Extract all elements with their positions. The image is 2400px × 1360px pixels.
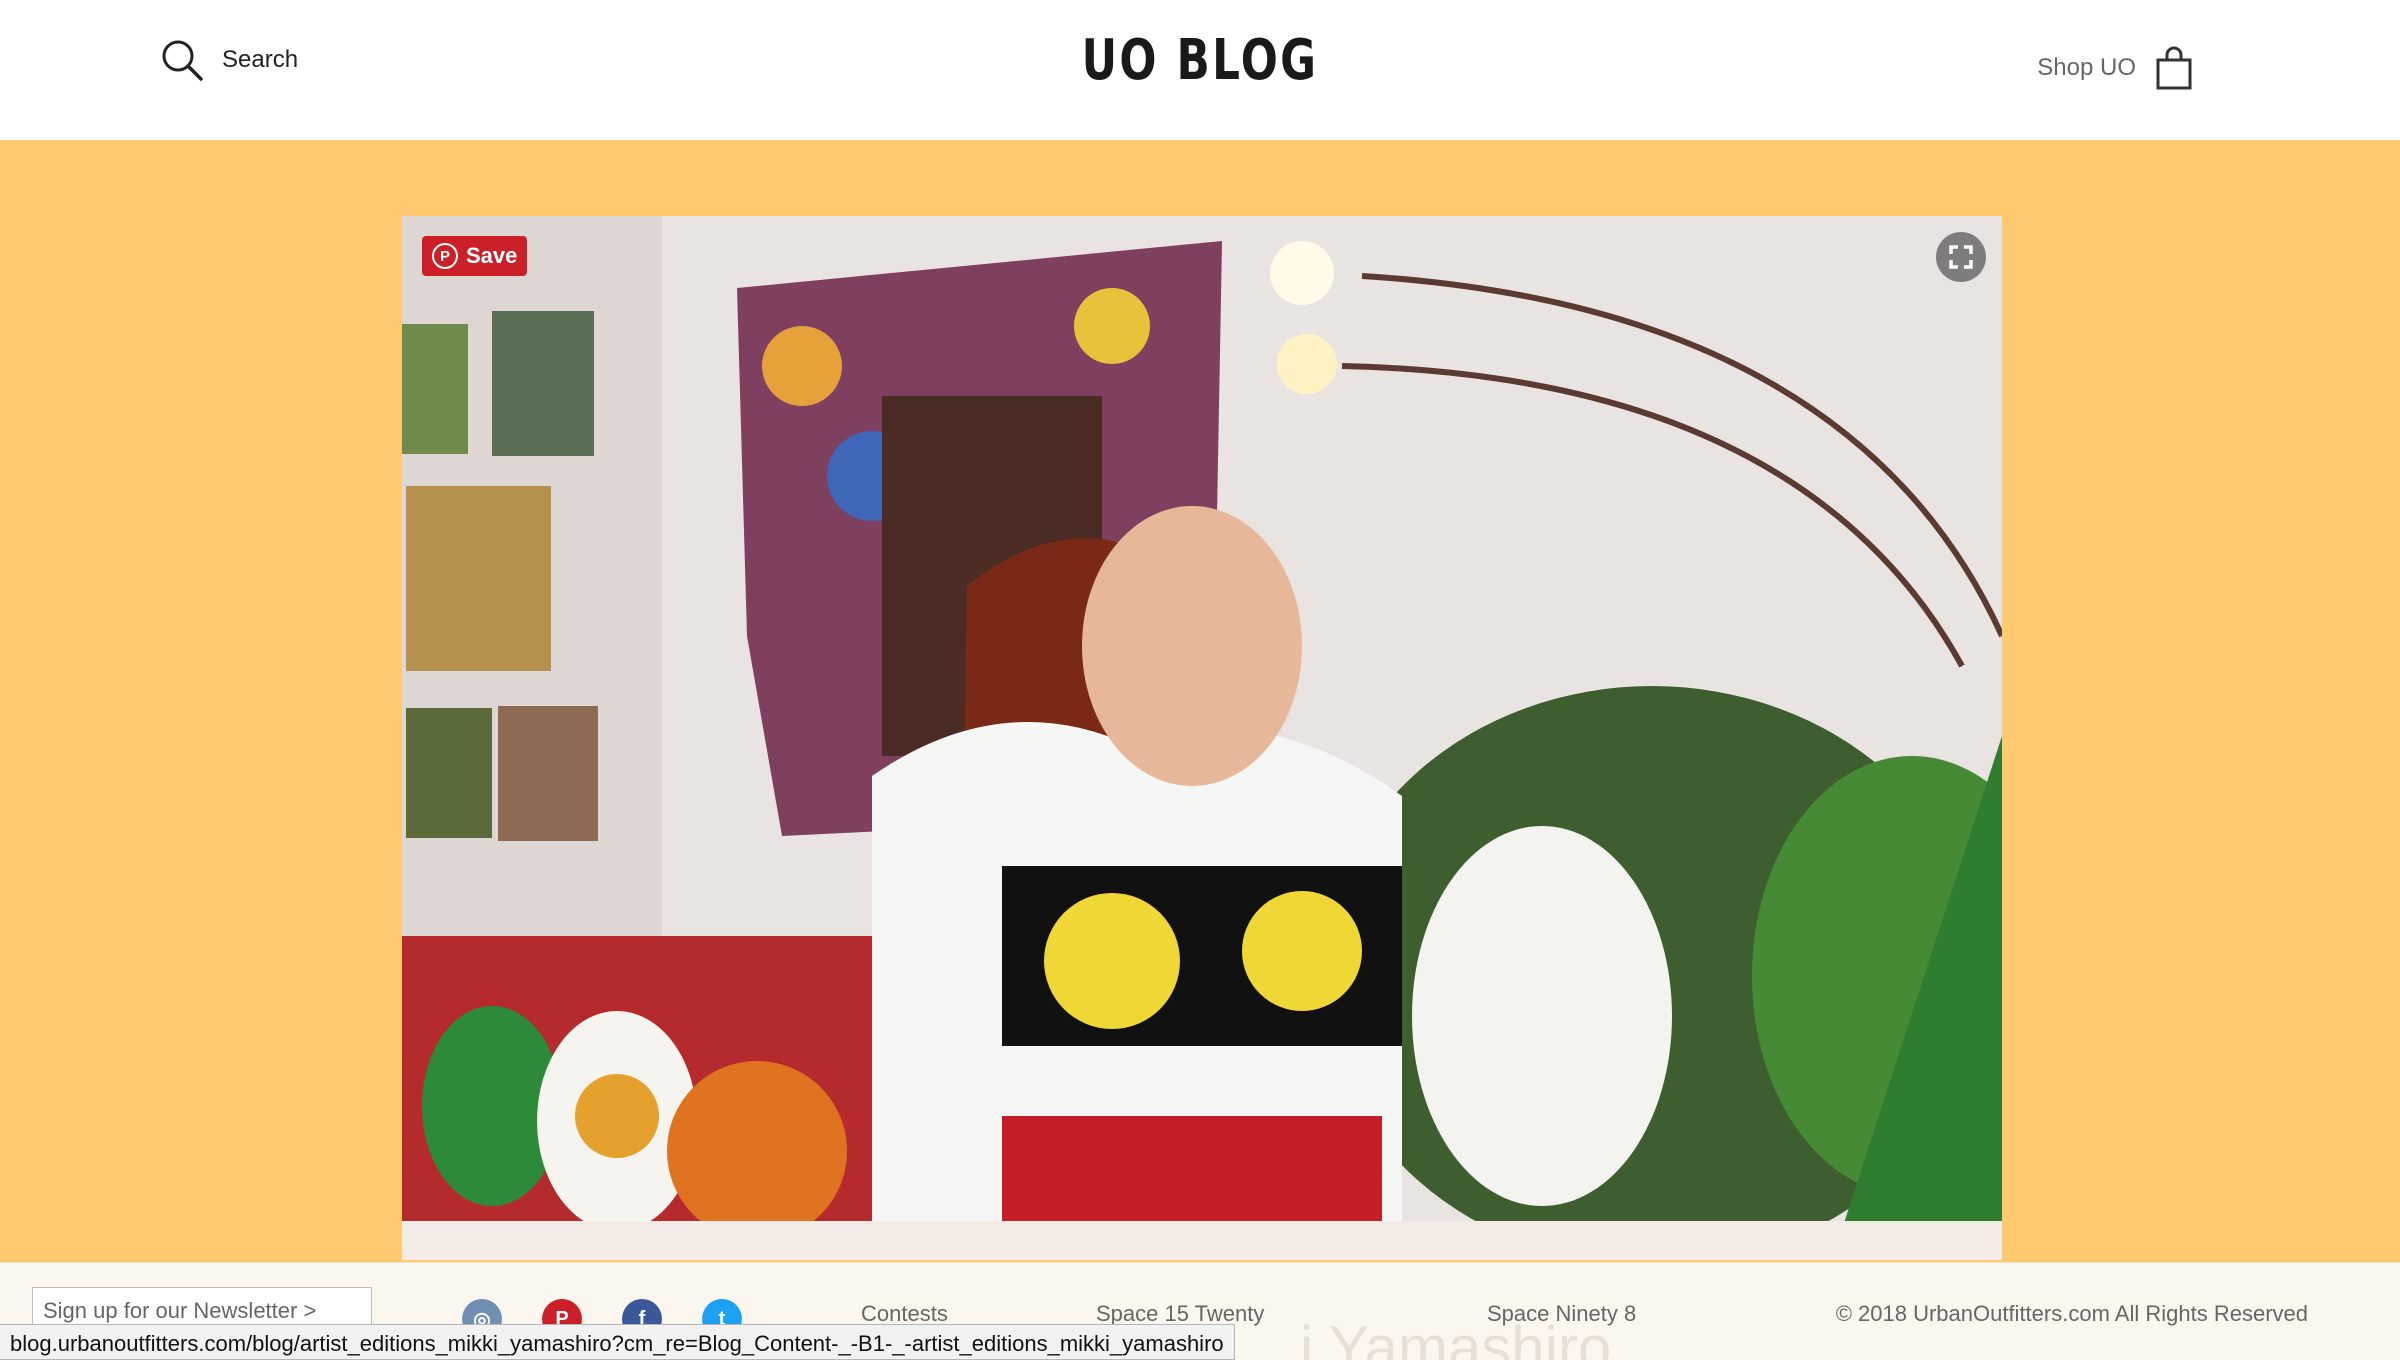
artist-portrait-image <box>402 216 2002 1260</box>
article-photo[interactable] <box>402 216 2002 1260</box>
shop-uo-link[interactable]: Shop UO <box>2037 46 2192 90</box>
site-header: Search UO BLOG Shop UO <box>0 0 2400 140</box>
browser-status-url: blog.urbanoutfitters.com/blog/artist_edi… <box>0 1324 1235 1360</box>
site-logo[interactable]: UO BLOG <box>264 28 2136 93</box>
save-label: Save <box>466 243 518 268</box>
search-icon <box>162 40 203 81</box>
fullscreen-button[interactable] <box>1936 232 1986 282</box>
pinterest-icon: P <box>432 243 458 269</box>
expand-icon <box>1949 245 1973 269</box>
shop-uo-label: Shop UO <box>2037 54 2136 81</box>
copyright-text: © 2018 UrbanOutfitters.com All Rights Re… <box>1835 1301 2308 1326</box>
shopping-bag-icon <box>2156 46 2192 90</box>
page: Search UO BLOG Shop UO P Save i Yamashir… <box>0 0 2400 1360</box>
pinterest-save-button[interactable]: P Save <box>422 236 528 276</box>
footer-link-space-ninety-8[interactable]: Space Ninety 8 <box>1487 1301 1636 1327</box>
